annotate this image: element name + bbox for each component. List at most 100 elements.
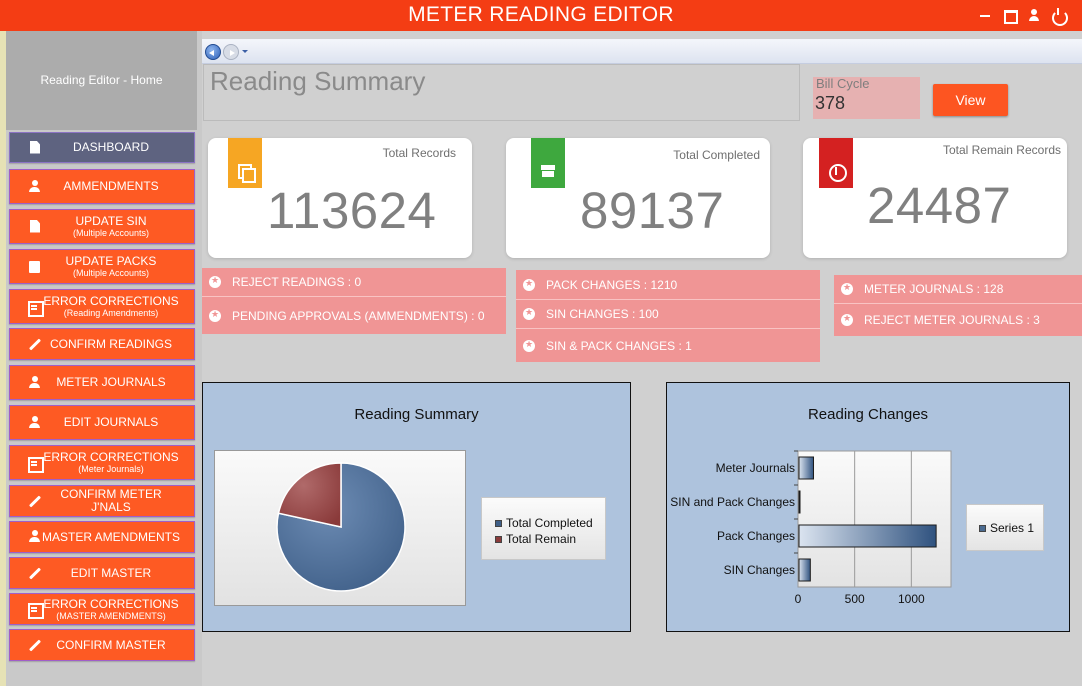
sidebar-item-label: METER JOURNALS <box>56 375 166 389</box>
user-icon[interactable] <box>1027 8 1041 22</box>
sidebar-item-update-sin[interactable]: UPDATE SIN (Multiple Accounts) <box>9 209 195 244</box>
sidebar-item-confirm-readings[interactable]: CONFIRM READINGS <box>9 328 195 360</box>
bill-cycle-label: Bill Cycle <box>816 76 870 91</box>
stat-label: SIN & PACK CHANGES : 1 <box>546 338 692 353</box>
card-icon-box <box>531 138 565 188</box>
bar-legend: Series 1 <box>966 504 1044 551</box>
legend-label: Total Completed <box>506 516 593 530</box>
card-value: 113624 <box>267 182 437 239</box>
bar-sin-and-pack-changes <box>798 490 801 514</box>
sidebar-item-label: ERROR CORRECTIONS (MASTER AMENDMENTS) <box>43 596 179 621</box>
sidebar-home[interactable]: Reading Editor - Home <box>6 31 197 130</box>
sidebar-item-label: CONFIRM MASTER <box>56 637 166 652</box>
pie-chart <box>276 462 406 592</box>
sidebar-item-label: ERROR CORRECTIONS (Meter Journals) <box>43 450 179 475</box>
stat-label: REJECT METER JOURNALS : 3 <box>864 313 1040 327</box>
list-icon <box>28 456 44 473</box>
sidebar-item-error-corrections-master[interactable]: ERROR CORRECTIONS (MASTER AMENDMENTS) <box>9 593 195 625</box>
package-icon <box>28 260 42 274</box>
x-tick-label: 500 <box>845 592 865 605</box>
x-tick-label: 0 <box>795 592 802 605</box>
star-icon <box>841 282 853 295</box>
star-icon <box>523 278 535 291</box>
card-value: 89137 <box>580 182 725 239</box>
star-icon <box>523 339 535 352</box>
bar-chart: 0 500 1000 Meter Journals SIN and Pack Chang… <box>670 450 952 605</box>
sidebar-item-error-corrections-journals[interactable]: ERROR CORRECTIONS (Meter Journals) <box>9 445 195 480</box>
reading-summary-chart-panel: Reading Summary Total Completed Total Re… <box>202 382 631 632</box>
pen-icon <box>28 566 42 580</box>
total-completed-card: Total Completed 89137 <box>506 138 770 258</box>
bar-meter-journals <box>798 456 815 480</box>
stat-label: PACK CHANGES : 1210 <box>546 277 678 292</box>
chart-title: Reading Summary <box>354 406 479 423</box>
sidebar-item-label: UPDATE PACKS (Multiple Accounts) <box>65 254 157 279</box>
sidebar-item-ammendments[interactable]: AMMENDMENTS <box>9 169 195 204</box>
list-icon <box>28 602 44 619</box>
user-edit-icon <box>28 375 42 390</box>
sidebar-item-master-amendments[interactable]: MASTER AMENDMENTS <box>9 521 195 553</box>
user-edit-icon <box>28 530 42 544</box>
pie-legend: Total Completed Total Remain <box>481 497 606 560</box>
stat-label: REJECT READINGS : 0 <box>232 275 362 289</box>
sidebar-item-edit-master[interactable]: EDIT MASTER <box>9 557 195 589</box>
list-icon <box>28 300 44 317</box>
sidebar-item-label: CONFIRM READINGS <box>49 336 172 351</box>
sidebar-item-confirm-master[interactable]: CONFIRM MASTER <box>9 629 195 661</box>
pen-icon <box>28 337 42 351</box>
y-category-label: SIN and Pack Changes <box>670 495 795 509</box>
document-icon <box>28 220 42 234</box>
bar-pack-changes <box>798 524 937 548</box>
forward-arrow-icon[interactable] <box>223 44 239 60</box>
legend-label: Series 1 <box>990 521 1035 535</box>
x-tick-label: 1000 <box>898 592 925 605</box>
stat-reject-readings[interactable]: REJECT READINGS : 0 <box>202 268 506 296</box>
sidebar-item-label: AMMENDMENTS <box>63 179 159 193</box>
star-icon <box>209 309 221 322</box>
y-category-label: Pack Changes <box>717 529 795 543</box>
stat-sin-changes[interactable]: SIN CHANGES : 100 <box>516 299 820 328</box>
info-icon <box>829 164 847 182</box>
bill-cycle-input[interactable]: 378 <box>815 93 845 114</box>
store-icon <box>541 164 555 178</box>
sidebar-item-label: EDIT MASTER <box>70 565 152 580</box>
stat-pending-approvals[interactable]: PENDING APPROVALS (AMMENDMENTS) : 0 <box>202 296 506 334</box>
back-arrow-icon[interactable] <box>205 44 221 60</box>
minimize-icon[interactable] <box>978 8 992 22</box>
user-edit-icon <box>28 179 42 194</box>
legend-swatch <box>979 524 986 532</box>
user-edit-icon <box>28 415 42 430</box>
sidebar-item-label: EDIT JOURNALS <box>63 415 159 429</box>
card-icon-box <box>819 138 853 188</box>
pen-icon <box>28 494 42 508</box>
stat-sin-pack-changes[interactable]: SIN & PACK CHANGES : 1 <box>516 328 820 362</box>
power-icon[interactable] <box>1051 8 1068 26</box>
copy-icon <box>238 164 256 183</box>
sidebar-item-label: CONFIRM METER J'NALS <box>60 487 162 514</box>
page-title: Reading Summary <box>210 66 426 96</box>
window-title: METER READING EDITOR <box>408 3 674 26</box>
sidebar-item-meter-journals[interactable]: METER JOURNALS <box>9 365 195 400</box>
sidebar-item-label: MASTER AMENDMENTS <box>42 529 181 544</box>
star-icon <box>841 313 853 326</box>
sidebar-item-confirm-meter-journals[interactable]: CONFIRM METER J'NALS <box>9 485 195 517</box>
view-button[interactable]: View <box>933 84 1008 116</box>
total-records-card: Total Records 113624 <box>208 138 472 258</box>
stat-pack-changes[interactable]: PACK CHANGES : 1210 <box>516 270 820 299</box>
sidebar-item-label: ERROR CORRECTIONS (Reading Amendments) <box>43 294 179 319</box>
sidebar-item-error-corrections-readings[interactable]: ERROR CORRECTIONS (Reading Amendments) <box>9 289 195 324</box>
legend-label: Total Remain <box>506 532 577 546</box>
sidebar-item-update-packs[interactable]: UPDATE PACKS (Multiple Accounts) <box>9 249 195 284</box>
sidebar-item-dashboard[interactable]: DASHBOARD <box>9 132 195 163</box>
title-bar: METER READING EDITOR <box>0 0 1082 31</box>
pie-plot-area <box>214 450 466 606</box>
stat-meter-journals[interactable]: METER JOURNALS : 128 <box>834 275 1082 303</box>
history-dropdown-icon[interactable] <box>242 50 248 53</box>
maximize-icon[interactable] <box>1003 8 1018 24</box>
sidebar-item-edit-journals[interactable]: EDIT JOURNALS <box>9 405 195 440</box>
star-icon <box>209 275 221 288</box>
stat-reject-meter-journals[interactable]: REJECT METER JOURNALS : 3 <box>834 303 1082 336</box>
navigation-bar <box>202 39 1082 64</box>
legend-swatch <box>495 535 502 543</box>
card-label: Total Records <box>382 146 456 160</box>
